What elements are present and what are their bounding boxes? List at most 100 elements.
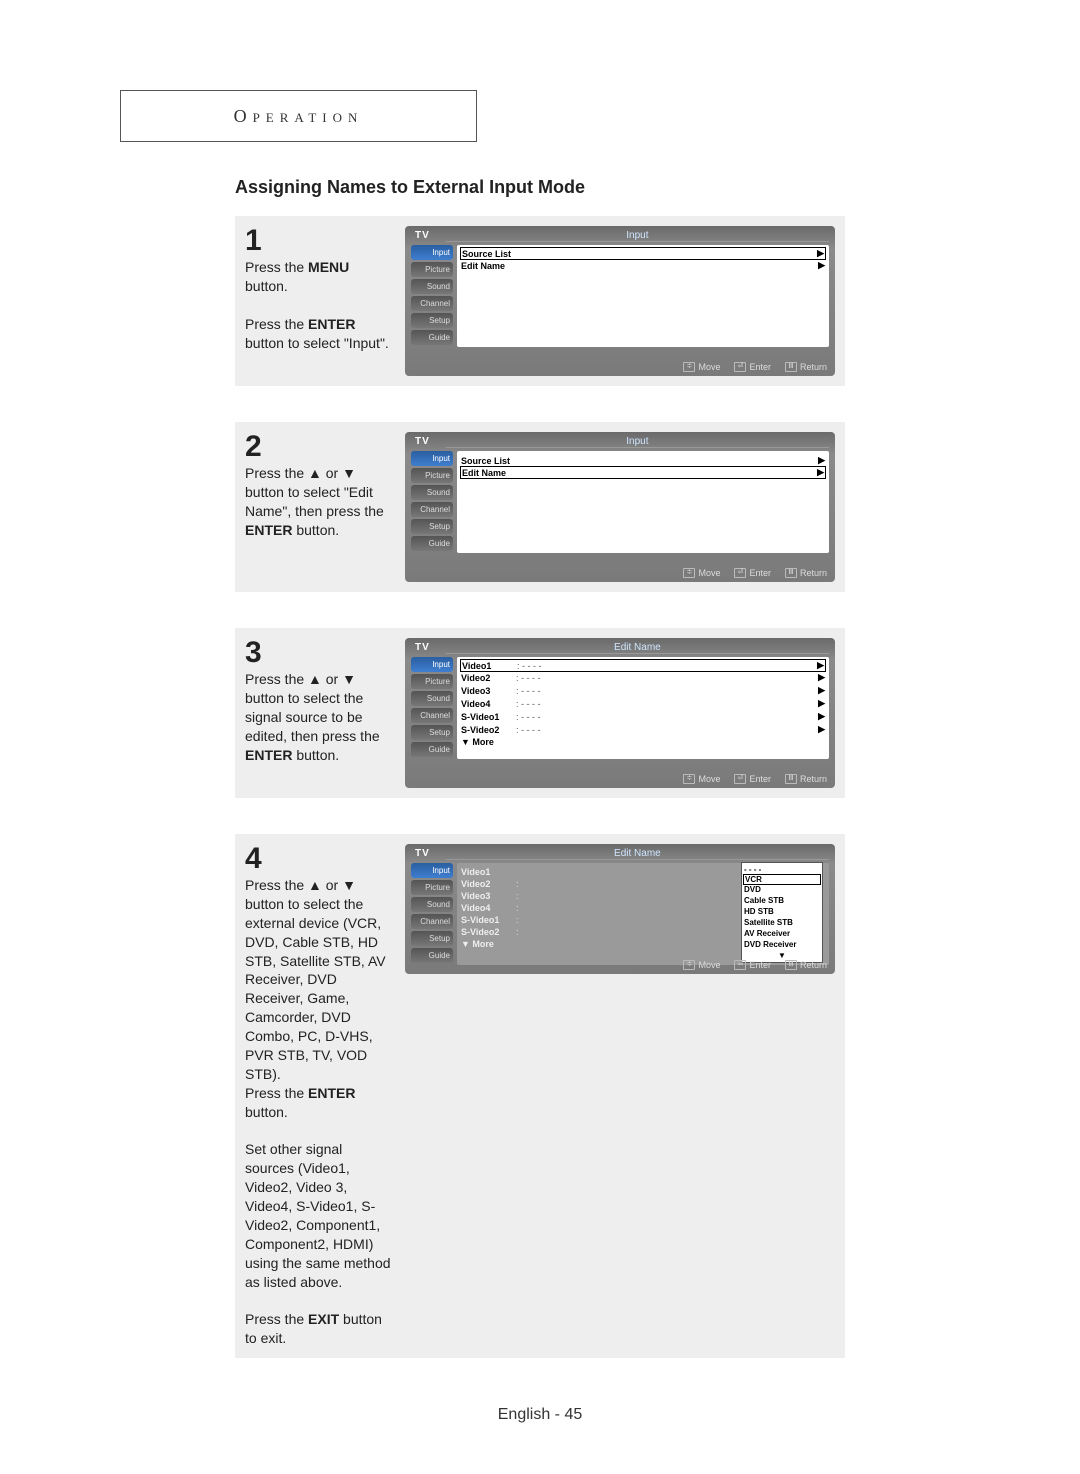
footer-enter: ⏎Enter bbox=[734, 774, 771, 784]
menu-arrow-icon: ▶ bbox=[813, 672, 825, 683]
side-guide: Guide bbox=[411, 536, 453, 551]
footer-enter-label: Enter bbox=[749, 774, 771, 784]
step-4: 4 Press the ▲ or ▼ button to select the … bbox=[235, 834, 845, 1358]
step-4-screenshot: TV Edit Name Input Picture Sound Channel… bbox=[405, 844, 835, 974]
step-2: 2 Press the ▲ or ▼ button to select "Edi… bbox=[235, 422, 845, 592]
menu-label: Video3 bbox=[461, 686, 516, 696]
menu-arrow-icon: ▶ bbox=[812, 660, 824, 671]
menu-label: Edit Name bbox=[462, 468, 517, 478]
side-menu: Input Picture Sound Channel Setup Guide bbox=[411, 451, 453, 553]
footer-return: ⅢReturn bbox=[785, 568, 827, 578]
side-sound: Sound bbox=[411, 691, 453, 706]
step-2-screenshot: TV Input Input Picture Sound Channel Set… bbox=[405, 432, 835, 582]
footer-return: ⅢReturn bbox=[785, 774, 827, 784]
menu-source-list: Source List ▶ bbox=[461, 248, 825, 259]
menu-arrow-icon: ▶ bbox=[813, 711, 825, 722]
side-setup: Setup bbox=[411, 931, 453, 946]
dropdown-item: AV Receiver bbox=[744, 928, 820, 939]
step4-p1b-bold: ENTER bbox=[308, 1085, 355, 1101]
tv-footer: ≑Move ⏎Enter ⅢReturn bbox=[683, 960, 827, 970]
side-picture: Picture bbox=[411, 880, 453, 895]
menu-video3: Video3: - - - -▶ bbox=[461, 684, 825, 697]
side-input: Input bbox=[411, 657, 453, 672]
footer-enter: ⏎Enter bbox=[734, 960, 771, 970]
menu-mid: : - - - - bbox=[517, 661, 812, 671]
menu-mid: : - - - - bbox=[516, 725, 813, 735]
menu-arrow-icon: ▶ bbox=[813, 260, 825, 271]
step4-p1b-pre: Press the bbox=[245, 1085, 308, 1101]
footer-move: ≑Move bbox=[683, 960, 720, 970]
step-2-number: 2 bbox=[245, 432, 395, 462]
footer-enter: ⏎Enter bbox=[734, 362, 771, 372]
side-channel: Channel bbox=[411, 502, 453, 517]
menu-label: Video1 bbox=[461, 867, 516, 877]
content-area: Assigning Names to External Input Mode 1… bbox=[235, 165, 845, 1394]
side-sound: Sound bbox=[411, 485, 453, 500]
tv-banner: Input bbox=[446, 436, 829, 448]
tv-banner: Edit Name bbox=[446, 642, 829, 654]
menu-label: Video2 bbox=[461, 673, 516, 683]
footer-move-label: Move bbox=[698, 362, 720, 372]
tv-banner: Edit Name bbox=[446, 848, 829, 860]
menu-label: Video3 bbox=[461, 891, 516, 901]
dropdown-item: - - - - bbox=[744, 864, 820, 875]
footer-move: ≑Move bbox=[683, 568, 720, 578]
menu-mid: : - - - - bbox=[516, 712, 813, 722]
step-4-number: 4 bbox=[245, 844, 395, 874]
side-sound: Sound bbox=[411, 897, 453, 912]
menu-edit-name: Edit Name ▶ bbox=[461, 467, 825, 478]
menu-label: ▼ More bbox=[461, 939, 516, 949]
tv-footer: ≑Move ⏎Enter ⅢReturn bbox=[683, 362, 827, 372]
updown-icon: ≑ bbox=[683, 774, 695, 784]
footer-move-label: Move bbox=[698, 774, 720, 784]
tv-left-label: TV bbox=[411, 230, 434, 242]
footer-return-label: Return bbox=[800, 362, 827, 372]
menu-label: Video2 bbox=[461, 879, 516, 889]
menu-label: S-Video1 bbox=[461, 712, 516, 722]
footer-move-label: Move bbox=[698, 960, 720, 970]
enter-icon: ⏎ bbox=[734, 960, 746, 970]
menu-arrow-icon: ▶ bbox=[813, 455, 825, 466]
menu-mid: : - - - - bbox=[516, 686, 813, 696]
side-picture: Picture bbox=[411, 262, 453, 277]
side-menu: Input Picture Sound Channel Setup Guide bbox=[411, 863, 453, 965]
side-guide: Guide bbox=[411, 742, 453, 757]
menu-mid: : - - - - bbox=[516, 699, 813, 709]
footer-move-label: Move bbox=[698, 568, 720, 578]
side-sound: Sound bbox=[411, 279, 453, 294]
tv-banner: Input bbox=[446, 230, 829, 242]
enter-icon: ⏎ bbox=[734, 568, 746, 578]
menu-panel: Source List ▶ Edit Name ▶ bbox=[457, 245, 829, 347]
step-2-text: 2 Press the ▲ or ▼ button to select "Edi… bbox=[245, 432, 395, 582]
menu-arrow-icon: ▶ bbox=[813, 724, 825, 735]
side-channel: Channel bbox=[411, 708, 453, 723]
side-input: Input bbox=[411, 245, 453, 260]
menu-video2: Video2: - - - -▶ bbox=[461, 671, 825, 684]
side-channel: Channel bbox=[411, 914, 453, 929]
side-input: Input bbox=[411, 451, 453, 466]
step3-bold: ENTER bbox=[245, 747, 292, 763]
side-channel: Channel bbox=[411, 296, 453, 311]
menu-label: S-Video2 bbox=[461, 725, 516, 735]
menu-arrow-icon: ▶ bbox=[812, 248, 824, 259]
side-setup: Setup bbox=[411, 313, 453, 328]
side-picture: Picture bbox=[411, 674, 453, 689]
step-3-text: 3 Press the ▲ or ▼ button to select the … bbox=[245, 638, 395, 788]
step1-enter-bold: ENTER bbox=[308, 316, 355, 332]
enter-icon: ⏎ bbox=[734, 362, 746, 372]
return-icon: Ⅲ bbox=[785, 362, 797, 372]
step-1-screenshot: TV Input Input Picture Sound Channel Set… bbox=[405, 226, 835, 376]
side-menu: Input Picture Sound Channel Setup Guide bbox=[411, 245, 453, 347]
footer-return-label: Return bbox=[800, 774, 827, 784]
updown-icon: ≑ bbox=[683, 568, 695, 578]
footer-return: ⅢReturn bbox=[785, 960, 827, 970]
dropdown-item: Cable STB bbox=[744, 895, 820, 906]
step-3: 3 Press the ▲ or ▼ button to select the … bbox=[235, 628, 845, 798]
step1-line2-c: button to select "Input". bbox=[245, 335, 389, 351]
section-header: Operation bbox=[120, 90, 477, 142]
side-menu: Input Picture Sound Channel Setup Guide bbox=[411, 657, 453, 759]
step2-text: Press the ▲ or ▼ button to select "Edit … bbox=[245, 465, 384, 519]
step1-menu-bold: MENU bbox=[308, 259, 349, 275]
menu-label: S-Video2 bbox=[461, 927, 516, 937]
side-setup: Setup bbox=[411, 519, 453, 534]
